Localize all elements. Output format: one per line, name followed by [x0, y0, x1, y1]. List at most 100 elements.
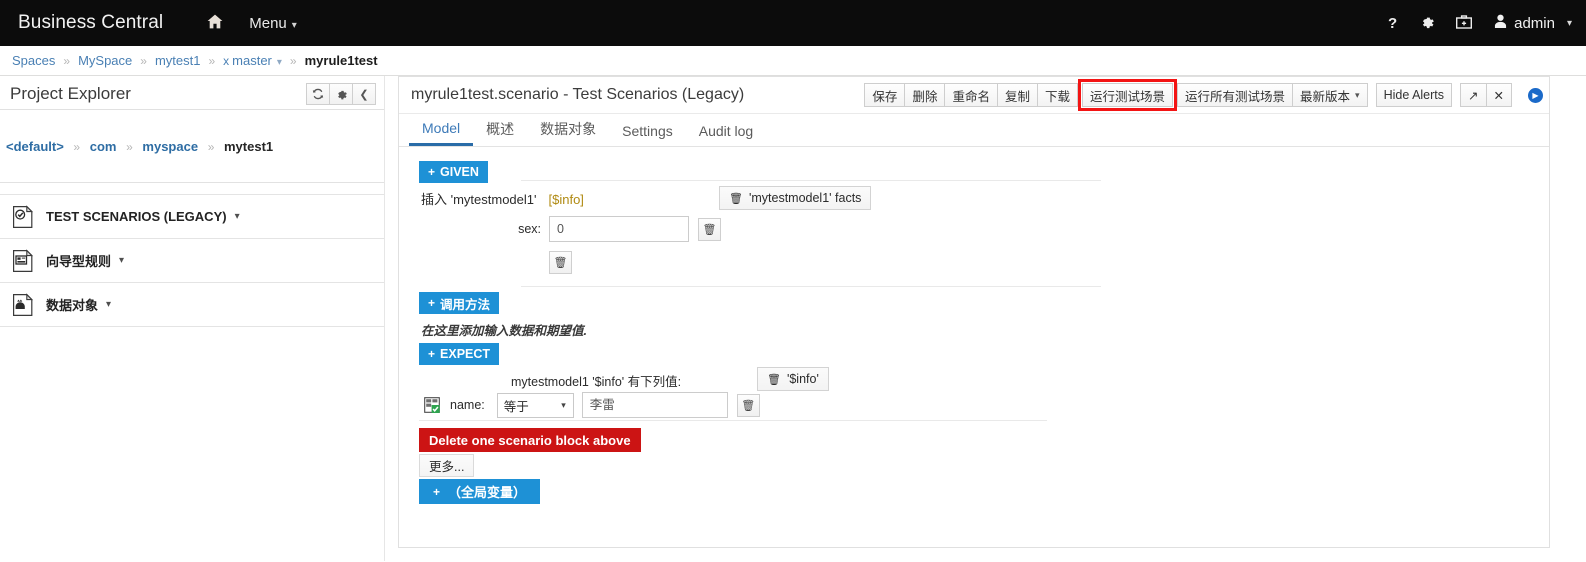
tab-settings[interactable]: Settings: [609, 123, 686, 146]
chevron-down-icon: ▾: [106, 299, 112, 310]
breadcrumb-item-myspace[interactable]: MySpace: [78, 53, 132, 68]
breadcrumb-item-spaces[interactable]: Spaces: [12, 53, 55, 68]
explorer-path-separator: »: [207, 139, 215, 154]
navbar-right-actions: ? admin ▾: [1388, 14, 1572, 32]
data-object-file-icon: [12, 292, 34, 317]
briefcase-icon[interactable]: [1456, 14, 1473, 32]
scenario-hint: 在这里添加输入数据和期望值.: [421, 324, 587, 338]
info-fact-button[interactable]: 🗑 '$info': [757, 367, 829, 391]
chevron-down-icon: ▾: [1566, 17, 1572, 29]
section-divider: [419, 420, 1047, 421]
sidebar-item-guided-rules[interactable]: 向导型规则 ▾: [0, 238, 384, 283]
gear-icon[interactable]: [329, 83, 353, 105]
add-global-variable-button[interactable]: + （全局变量）: [419, 479, 541, 504]
delete-expectation-button[interactable]: 🗑: [736, 393, 760, 417]
add-expect-button[interactable]: + EXPECT: [419, 343, 500, 365]
tab-audit-log[interactable]: Audit log: [686, 123, 766, 146]
delete-scenario-block-button[interactable]: Delete one scenario block above: [419, 428, 641, 452]
sidebar-item-data-objects[interactable]: 数据对象 ▾: [0, 282, 384, 327]
explorer-path-default[interactable]: <default>: [6, 139, 64, 154]
delete-button[interactable]: 删除: [904, 83, 946, 107]
hide-alerts-button[interactable]: Hide Alerts: [1375, 83, 1453, 107]
breadcrumb-item-mytest1[interactable]: mytest1: [155, 53, 201, 68]
refresh-icon[interactable]: [306, 83, 330, 105]
breadcrumb-current: myrule1test: [304, 53, 378, 68]
expect-field-row: name: 等于 ▾ 李雷 🗑: [419, 392, 1549, 418]
trash-icon: 🗑: [767, 373, 781, 386]
scenario-footer-buttons: Delete one scenario block above 更多... + （…: [419, 428, 1549, 504]
question-mark-icon[interactable]: ?: [1388, 16, 1397, 31]
play-icon[interactable]: ▶: [1528, 87, 1543, 103]
delete-fact-button[interactable]: 🗑: [549, 251, 572, 274]
name-field-label: name:: [450, 398, 485, 412]
guided-rule-file-icon: [12, 248, 34, 273]
expect-header: mytestmodel1 '$info' 有下列值:: [511, 375, 682, 389]
chevron-down-icon: ▾: [276, 57, 282, 68]
more-button[interactable]: 更多...: [419, 454, 475, 477]
operator-select[interactable]: 等于 ▾: [496, 392, 574, 418]
breadcrumb: Spaces » MySpace » mytest1 » x master ▾ » …: [0, 46, 1586, 76]
add-call-method-label: 调用方法: [440, 297, 491, 312]
plus-icon: +: [428, 165, 436, 179]
expand-icon[interactable]: ↗: [1460, 83, 1487, 107]
test-scenario-file-icon: [12, 204, 34, 229]
chevron-down-icon: ▾: [1355, 89, 1360, 100]
delete-field-button[interactable]: 🗑: [698, 217, 721, 241]
close-icon[interactable]: ✕: [1485, 83, 1512, 107]
editor-window-controls: ↗ ✕: [1460, 83, 1512, 107]
tab-overview[interactable]: 概述: [473, 119, 527, 146]
chevron-down-icon: ▾: [291, 19, 297, 31]
run-test-scenario-button[interactable]: 运行测试场景: [1082, 83, 1174, 107]
given-fact-delete-row: 🗑: [419, 251, 1549, 274]
menu-dropdown[interactable]: Menu ▾: [249, 15, 297, 32]
scenario-editor-panel: myrule1test.scenario - Test Scenarios (L…: [398, 76, 1550, 548]
project-explorer-panel: Project Explorer ❮ <default> » com » mys…: [0, 76, 384, 327]
run-all-test-scenarios-button[interactable]: 运行所有测试场景: [1177, 83, 1294, 107]
breadcrumb-branch-selector[interactable]: x master ▾: [223, 53, 282, 68]
home-icon[interactable]: [207, 14, 223, 33]
download-button[interactable]: 下载: [1036, 83, 1078, 107]
copy-button[interactable]: 复制: [996, 83, 1038, 107]
app-brand: Business Central: [18, 12, 164, 33]
plus-icon: +: [428, 296, 436, 310]
user-label: admin: [1514, 14, 1555, 32]
sex-field-label: sex:: [518, 222, 541, 236]
latest-version-dropdown[interactable]: 最新版本 ▾: [1292, 83, 1368, 107]
editor-title: myrule1test.scenario - Test Scenarios (L…: [411, 86, 745, 103]
menu-label: Menu: [249, 14, 287, 32]
save-button[interactable]: 保存: [864, 83, 906, 107]
sidebar-item-test-scenarios-legacy[interactable]: TEST SCENARIOS (LEGACY) ▾: [0, 194, 384, 239]
section-divider: [521, 286, 1101, 287]
given-section: + GIVEN 🗑 'mytestmodel1' facts 插入 'mytestm…: [419, 161, 1549, 274]
section-divider: [521, 180, 1101, 181]
editor-toolbar-main-group: 保存 删除 重命名 复制 下载: [864, 83, 1078, 107]
explorer-path-com[interactable]: com: [90, 139, 117, 154]
tab-model[interactable]: Model: [409, 120, 474, 146]
add-call-method-button[interactable]: + 调用方法: [419, 292, 500, 314]
explorer-path-myspace[interactable]: myspace: [142, 139, 198, 154]
given-field-row: sex: 0 🗑: [419, 216, 1549, 242]
tab-data-objects[interactable]: 数据对象: [527, 119, 609, 146]
sex-field-input[interactable]: 0: [549, 216, 689, 242]
project-explorer-path: <default> » com » myspace » mytest1: [0, 110, 384, 183]
expected-value-input[interactable]: 李雷: [581, 392, 728, 418]
mytestmodel1-facts-button[interactable]: 🗑 'mytestmodel1' facts: [719, 186, 872, 210]
explorer-path-current: mytest1: [224, 138, 274, 154]
scenario-footer: Delete one scenario block above 更多... + （…: [419, 420, 1549, 504]
editor-toolbar: 保存 删除 重命名 复制 下载 运行测试场景 运行所有测试场景 最新版本 ▾ H…: [864, 79, 1543, 111]
insert-fact-line: 插入 'mytestmodel1' [$info]: [421, 189, 1549, 208]
breadcrumb-separator: »: [289, 53, 297, 68]
chevron-left-icon[interactable]: ❮: [352, 83, 376, 105]
add-global-variable-label: （全局变量）: [448, 485, 527, 500]
run-test-scenario-highlight: 运行测试场景: [1078, 79, 1178, 111]
breadcrumb-branch-label: master: [232, 53, 272, 68]
gear-icon[interactable]: [1419, 14, 1434, 32]
info-fact-label: '$info': [786, 372, 819, 386]
editor-area: myrule1test.scenario - Test Scenarios (L…: [385, 76, 1586, 548]
user-menu[interactable]: admin ▾: [1494, 14, 1572, 32]
git-branch-icon: x: [223, 54, 230, 68]
rename-button[interactable]: 重命名: [944, 83, 998, 107]
add-given-label: GIVEN: [440, 165, 479, 179]
sidebar-item-label: 向导型规则: [46, 254, 112, 269]
add-given-button[interactable]: + GIVEN: [419, 161, 488, 183]
